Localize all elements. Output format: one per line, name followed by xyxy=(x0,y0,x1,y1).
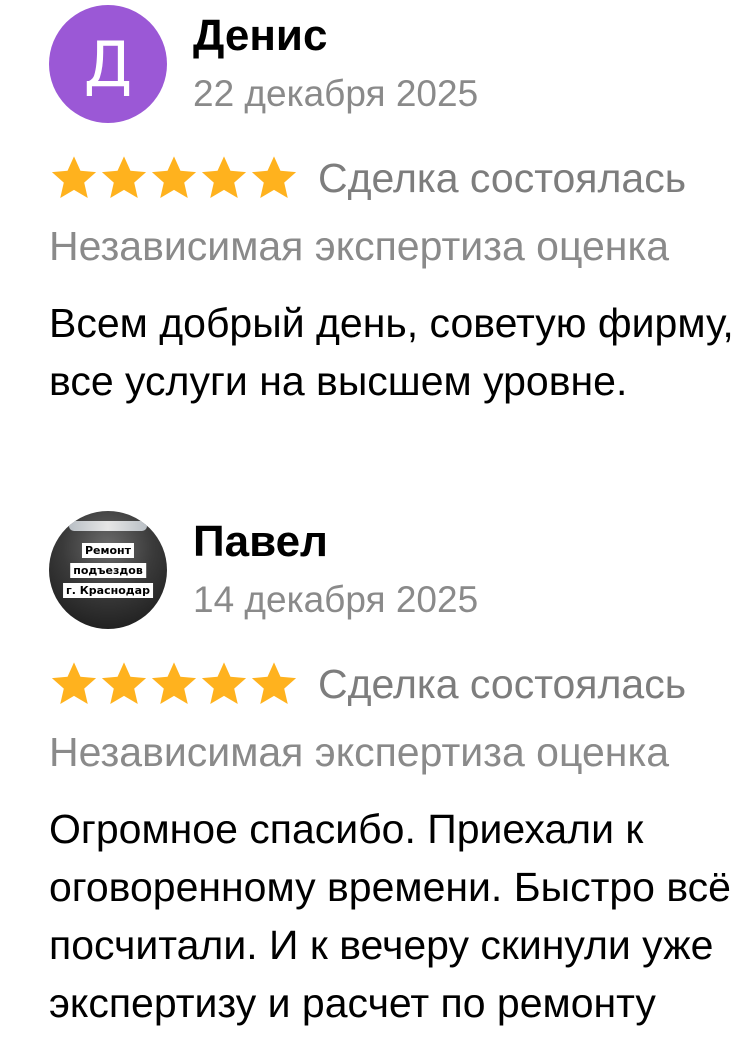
review-text: Огромное спасибо. Приехали к оговоренном… xyxy=(49,800,731,1032)
star-icon xyxy=(101,662,147,704)
review-date: 22 декабря 2025 xyxy=(193,73,479,114)
star-icon xyxy=(151,156,197,198)
review-date: 14 декабря 2025 xyxy=(193,579,479,620)
star-rating xyxy=(49,153,299,203)
star-icon xyxy=(151,662,197,704)
star-icon xyxy=(51,156,97,198)
avatar-photo-text: г. Краснодар xyxy=(63,583,153,598)
avatar-letter: Д xyxy=(83,27,133,101)
avatar-photo-text: подъездов xyxy=(70,563,146,578)
star-rating xyxy=(49,659,299,709)
author-name[interactable]: Павел xyxy=(193,516,328,568)
review-text-line: Огромное спасибо. Приехали к xyxy=(49,806,644,852)
service-name: Независимая экспертиза оценка xyxy=(49,729,670,775)
star-icon xyxy=(201,662,247,704)
star-icon xyxy=(51,662,97,704)
review-text-line: посчитали. И к вечеру скинули уже xyxy=(49,922,714,968)
deal-status: Сделка состоялась xyxy=(318,155,687,201)
ceiling-lamp xyxy=(69,521,147,531)
review-text-line: все услуги на высшем уровне. xyxy=(49,358,628,404)
star-icon xyxy=(201,156,247,198)
review-text-line: экспертизу и расчет по ремонту xyxy=(49,980,656,1026)
author-name[interactable]: Денис xyxy=(193,10,327,62)
review-text-line: оговоренному времени. Быстро всё xyxy=(49,864,731,910)
avatar[interactable]: Ремонт подъездов г. Краснодар xyxy=(49,511,167,629)
star-icon xyxy=(101,156,147,198)
avatar-photo-text: Ремонт xyxy=(81,543,135,558)
star-icon xyxy=(251,156,297,198)
star-icon xyxy=(251,662,297,704)
deal-status: Сделка состоялась xyxy=(318,661,687,707)
review-text: Всем добрый день, советую фирму, все усл… xyxy=(49,294,734,410)
service-name: Независимая экспертиза оценка xyxy=(49,223,670,269)
avatar[interactable]: Д xyxy=(49,5,167,123)
review-text-line: Всем добрый день, советую фирму, xyxy=(49,300,734,346)
